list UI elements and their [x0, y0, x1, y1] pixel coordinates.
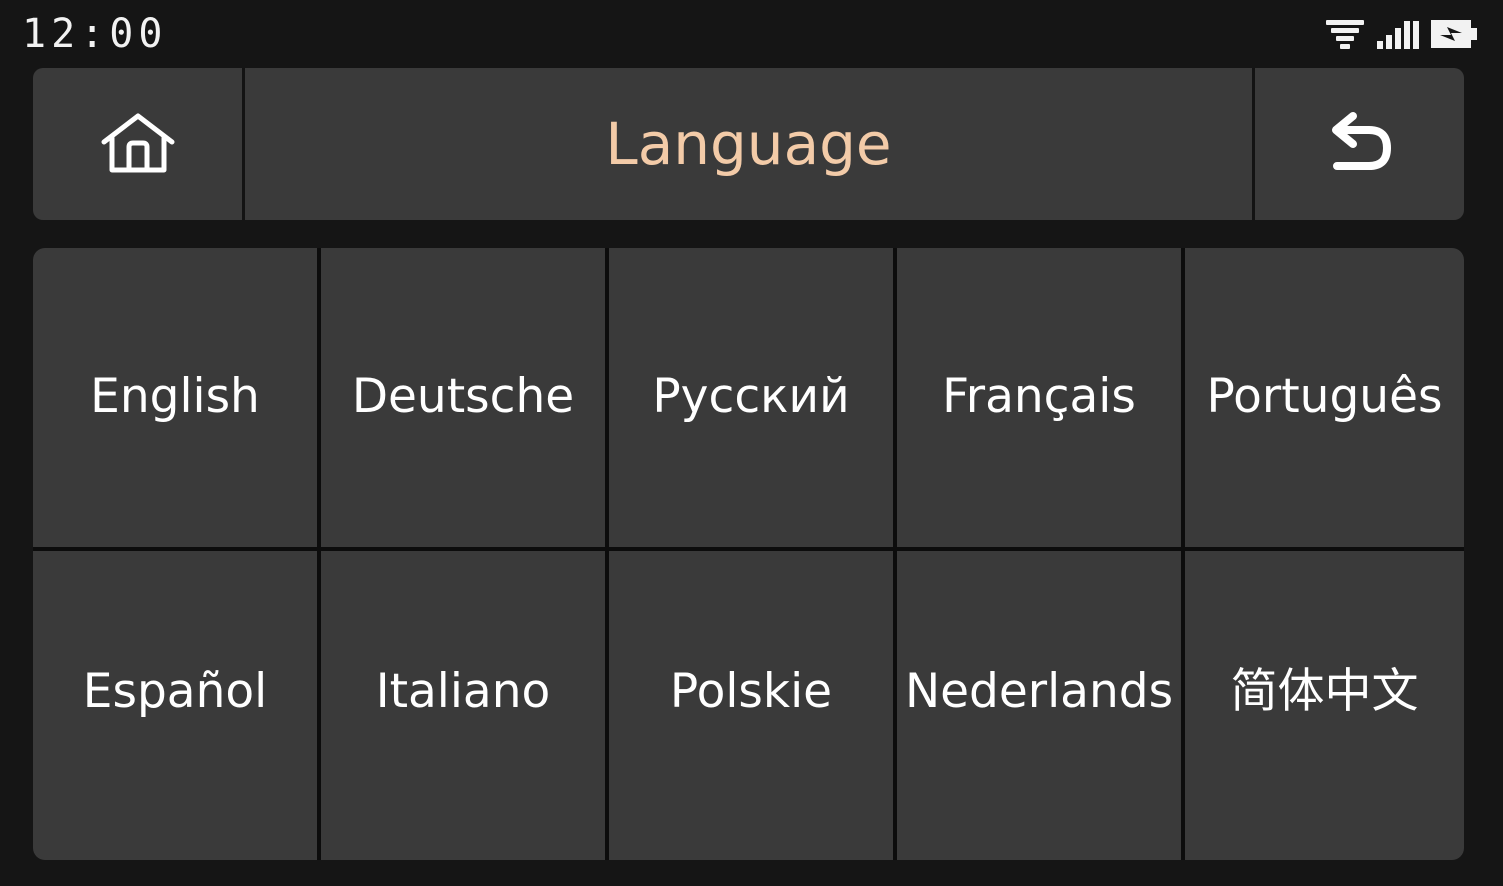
- home-button[interactable]: [33, 68, 242, 220]
- language-tile-russian[interactable]: Русский: [609, 248, 893, 547]
- language-tile-francais[interactable]: Français: [897, 248, 1181, 547]
- language-tile-espanol[interactable]: Español: [33, 551, 317, 860]
- header-title-area: Language: [245, 68, 1252, 220]
- language-label: Nederlands: [904, 663, 1174, 719]
- cellular-signal-icon: [1377, 19, 1419, 49]
- language-label: Italiano: [375, 663, 551, 719]
- language-label: Polskie: [669, 663, 833, 719]
- language-label: English: [90, 368, 260, 424]
- language-grid: English Deutsche Русский Français Portug…: [33, 248, 1464, 860]
- status-bar: 12:00: [0, 0, 1503, 66]
- language-label: Deutsche: [351, 368, 575, 424]
- lightning-bolt-icon: [1440, 27, 1462, 41]
- language-tile-polskie[interactable]: Polskie: [609, 551, 893, 860]
- language-tile-nederlands[interactable]: Nederlands: [897, 551, 1181, 860]
- home-icon: [101, 113, 174, 173]
- wifi-bar-1: [1326, 20, 1364, 25]
- language-label: Français: [942, 368, 1136, 424]
- language-tile-portugues[interactable]: Português: [1185, 248, 1464, 547]
- language-tile-english[interactable]: English: [33, 248, 317, 547]
- language-label: Español: [82, 663, 268, 719]
- language-tile-deutsche[interactable]: Deutsche: [321, 248, 605, 547]
- language-label: 简体中文: [1230, 663, 1419, 719]
- language-tile-simplified-chinese[interactable]: 简体中文: [1185, 551, 1464, 860]
- signal-bar-3: [1395, 28, 1401, 49]
- language-tile-italiano[interactable]: Italiano: [321, 551, 605, 860]
- status-icon-group: [1325, 16, 1477, 52]
- back-button[interactable]: [1255, 68, 1464, 220]
- wifi-bar-3: [1336, 36, 1354, 41]
- signal-bar-5: [1413, 21, 1419, 49]
- title-bar: Language: [33, 68, 1464, 220]
- battery-cap: [1471, 28, 1477, 40]
- signal-bar-4: [1404, 21, 1410, 49]
- wifi-icon: [1325, 18, 1365, 50]
- back-arrow-icon: [1331, 112, 1391, 170]
- signal-bar-1: [1377, 41, 1383, 49]
- language-label: Português: [1206, 368, 1443, 424]
- battery-charging-icon: [1431, 20, 1477, 48]
- page-title: Language: [605, 110, 892, 178]
- wifi-bar-4: [1340, 44, 1350, 49]
- signal-bar-2: [1386, 35, 1392, 49]
- device-screen: 12:00 Language English Deutsche Русский …: [0, 0, 1503, 886]
- status-clock: 12:00: [22, 11, 168, 57]
- language-label: Русский: [652, 368, 850, 424]
- wifi-bar-2: [1331, 28, 1359, 33]
